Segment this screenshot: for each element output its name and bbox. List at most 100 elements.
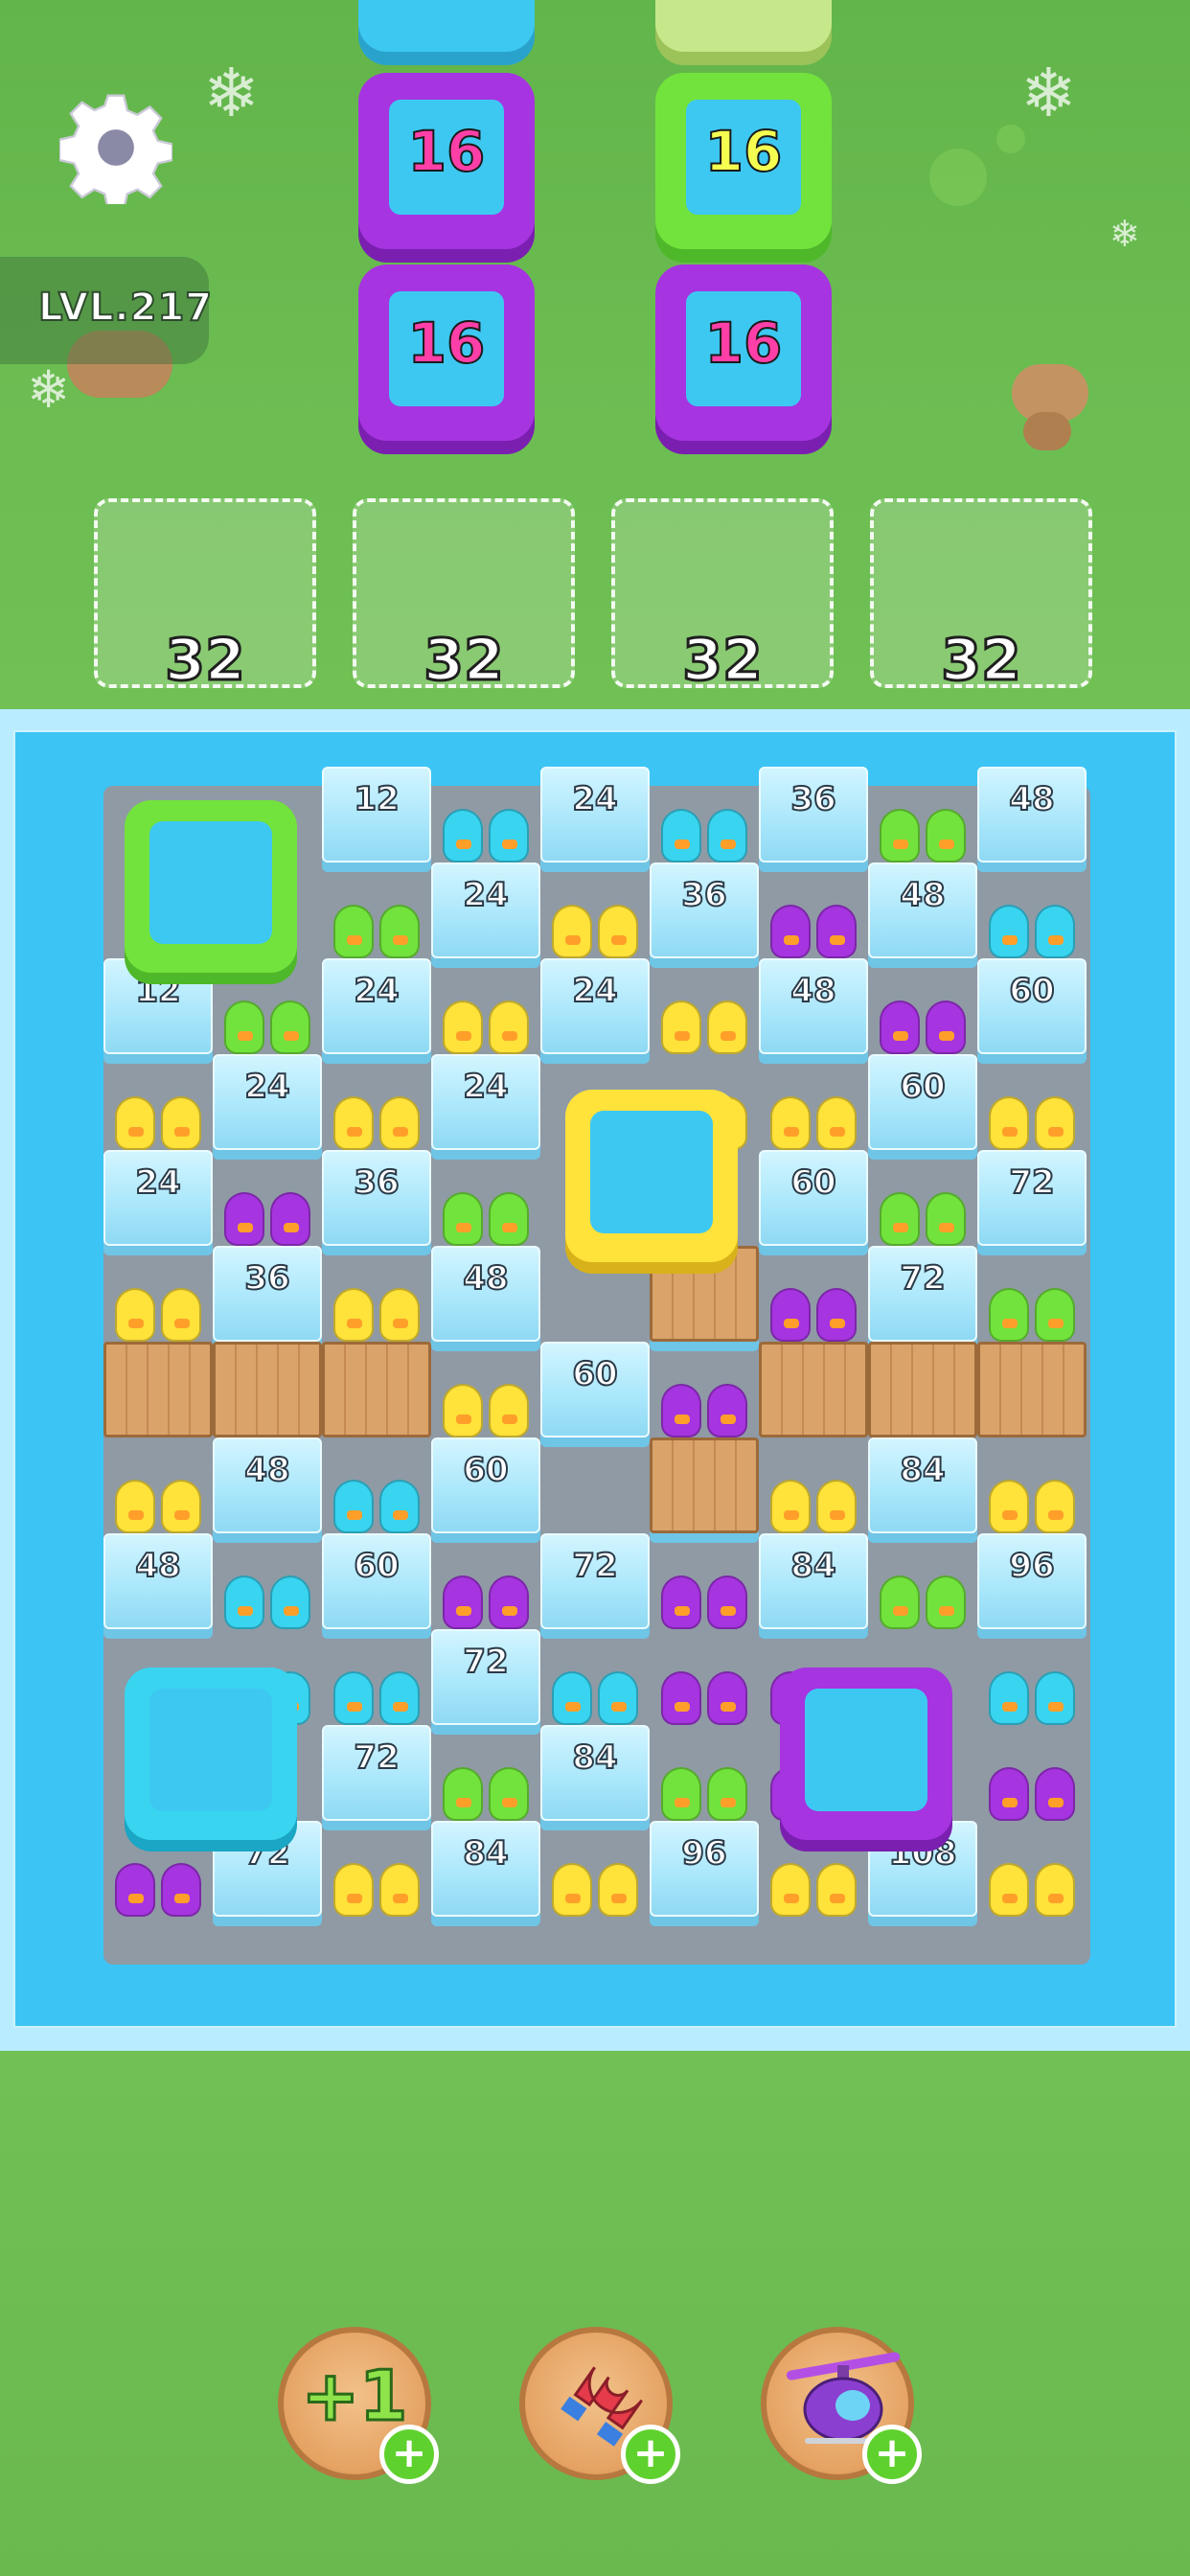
duck-pair-yellow[interactable] [322,1246,431,1342]
duck-pair-yellow[interactable] [322,1054,431,1150]
duck-pair-green[interactable] [868,767,977,862]
add-booster-button[interactable]: + [621,2425,680,2484]
duck-pair-cyan[interactable] [977,862,1087,958]
duck-pair-purple[interactable] [650,1533,759,1629]
container-box-purple[interactable] [780,1668,952,1840]
duck-icon [598,905,638,958]
duck-pair-green[interactable] [868,1533,977,1629]
duck-icon [989,1767,1029,1821]
duck-pair-purple[interactable] [213,1150,322,1246]
duck-icon [333,1288,374,1342]
duck-pair-cyan[interactable] [650,767,759,862]
duck-icon [880,1000,920,1054]
booster-extra-slot[interactable]: +1 + [278,2327,439,2484]
duck-icon [333,1863,374,1917]
duck-icon [880,809,920,862]
stack-tile[interactable]: 16 [358,264,535,441]
duck-pair-cyan[interactable] [977,1629,1087,1725]
duck-icon [161,1288,201,1342]
duck-icon [598,1671,638,1725]
wooden-crate [759,1342,868,1438]
slot-capacity: 32 [423,626,506,696]
decor-blob [929,149,987,206]
duck-icon [115,1863,155,1917]
duck-icon [270,1576,310,1629]
duck-pair-purple[interactable] [977,1725,1087,1821]
container-box-yellow[interactable] [565,1090,738,1262]
duck-pair-yellow[interactable] [103,1246,213,1342]
duck-pair-purple[interactable] [650,1342,759,1438]
duck-pair-purple[interactable] [759,862,868,958]
duck-pair-green[interactable] [868,1150,977,1246]
container-slot[interactable]: 32 [94,498,316,696]
stack-tile[interactable]: 16 [655,264,832,441]
duck-pair-yellow[interactable] [431,958,540,1054]
duck-pair-purple[interactable] [759,1246,868,1342]
duck-pair-cyan[interactable] [431,767,540,862]
duck-pair-green[interactable] [650,1725,759,1821]
duck-pair-green[interactable] [977,1246,1087,1342]
duck-pair-yellow[interactable] [540,862,650,958]
stack-tile-value: 16 [407,310,487,377]
duck-pair-purple[interactable] [431,1533,540,1629]
duck-pair-yellow[interactable] [977,1438,1087,1533]
duck-pair-purple[interactable] [650,1629,759,1725]
container-slot[interactable]: 32 [353,498,575,696]
add-booster-button[interactable]: + [862,2425,922,2484]
container-box-green[interactable] [125,800,297,973]
stack-tile[interactable]: 16 [655,73,832,249]
duck-pair-cyan[interactable] [213,1533,322,1629]
duck-icon [661,1767,701,1821]
container-box-cyan[interactable] [125,1668,297,1840]
duck-pair-yellow[interactable] [103,1438,213,1533]
duck-pair-green[interactable] [213,958,322,1054]
ice-block: 60 [868,1054,977,1150]
duck-pair-yellow[interactable] [650,958,759,1054]
duck-icon [161,1480,201,1533]
booster-helicopter[interactable]: + [761,2327,922,2484]
ice-block-count: 72 [243,1833,290,1874]
ice-block-count: 12 [134,971,181,1011]
duck-pair-yellow[interactable] [431,1342,540,1438]
duck-icon [1035,1671,1075,1725]
duck-pair-purple[interactable] [868,958,977,1054]
duck-pair-yellow[interactable] [759,1438,868,1533]
ice-block-count: 60 [899,1067,946,1107]
duck-icon [489,1767,529,1821]
duck-pair-yellow[interactable] [103,1054,213,1150]
booster-magnet[interactable]: + [519,2327,680,2484]
duck-pair-green[interactable] [322,862,431,958]
duck-icon [333,1096,374,1150]
container-slot[interactable]: 32 [870,498,1092,696]
duck-icon [443,1576,483,1629]
duck-pair-green[interactable] [431,1725,540,1821]
duck-icon [489,1576,529,1629]
duck-icon [489,809,529,862]
duck-icon [333,1671,374,1725]
duck-pair-cyan[interactable] [322,1629,431,1725]
container-slot[interactable]: 32 [611,498,834,696]
duck-icon [880,1192,920,1246]
add-booster-button[interactable]: + [379,2425,439,2484]
duck-icon [552,1671,592,1725]
duck-pair-cyan[interactable] [322,1438,431,1533]
gear-icon[interactable] [59,91,172,204]
duck-icon [707,1576,747,1629]
duck-icon [1035,905,1075,958]
duck-pair-cyan[interactable] [540,1629,650,1725]
duck-pair-yellow[interactable] [759,1054,868,1150]
duck-icon [989,905,1029,958]
duck-icon [770,1096,811,1150]
stack-tile[interactable]: 16 [358,73,535,249]
duck-pair-yellow[interactable] [977,1821,1087,1917]
duck-pair-yellow[interactable] [322,1821,431,1917]
duck-pair-yellow[interactable] [540,1821,650,1917]
duck-pair-yellow[interactable] [977,1054,1087,1150]
duck-icon [1035,1096,1075,1150]
wooden-crate [103,1342,213,1438]
duck-icon [661,1000,701,1054]
ice-block-count: 96 [680,1833,727,1874]
duck-icon [1035,1288,1075,1342]
ice-block-count: 24 [462,1067,509,1107]
duck-pair-green[interactable] [431,1150,540,1246]
